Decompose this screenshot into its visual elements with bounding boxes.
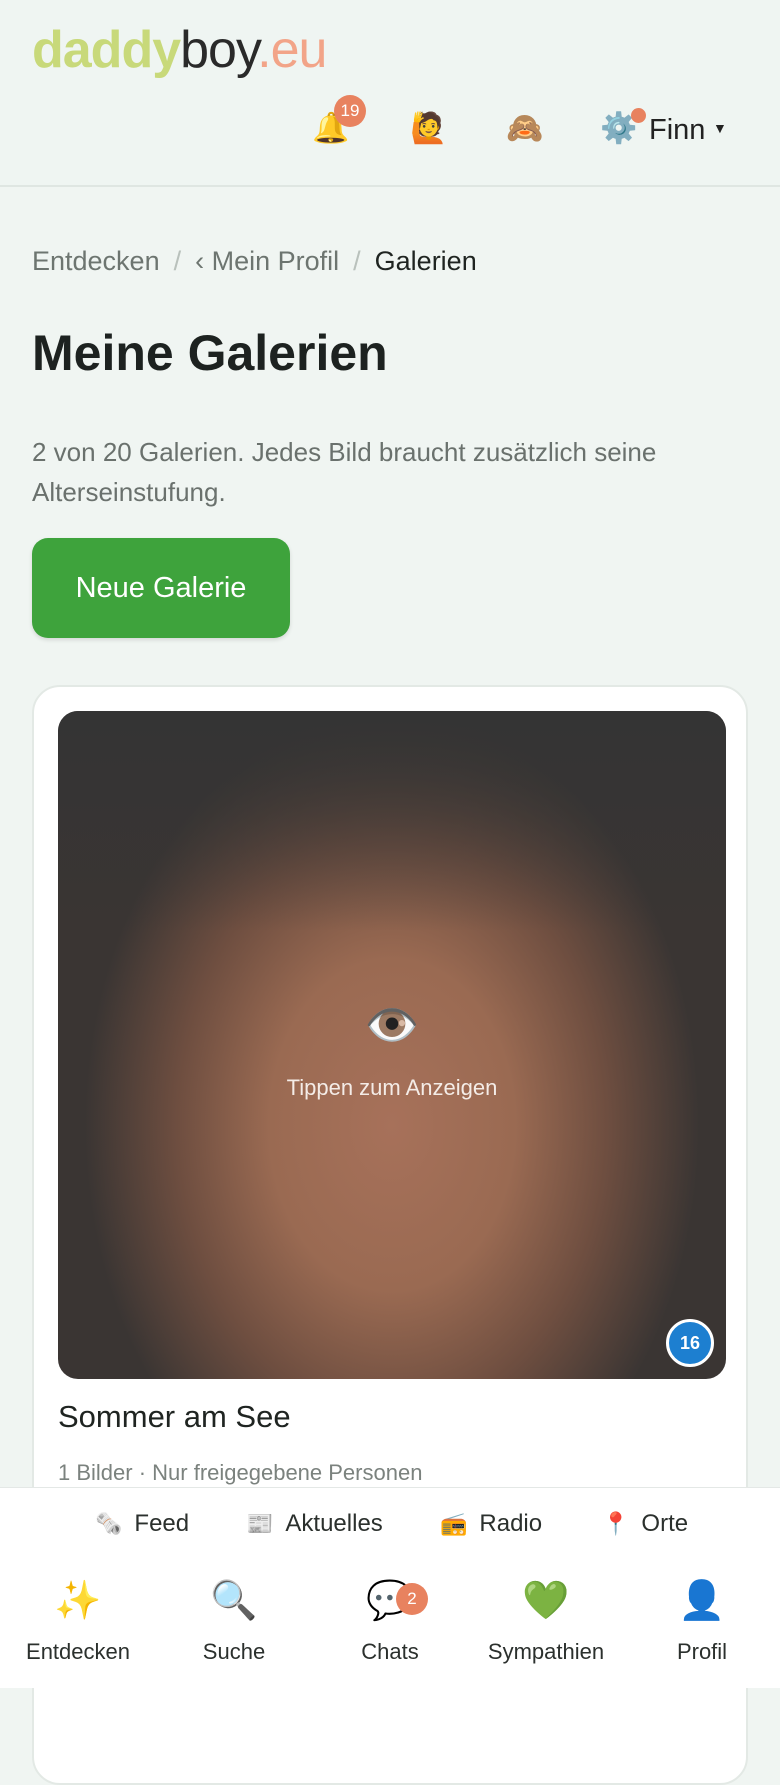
breadcrumb-current: Galerien: [374, 246, 477, 276]
see-no-evil-monkey-icon[interactable]: 🙈: [506, 110, 543, 148]
chevron-down-icon[interactable]: ▼: [713, 120, 727, 136]
image-count-badge: 16: [666, 1319, 714, 1367]
subnav-item-radio[interactable]: 📻 Radio: [440, 1506, 542, 1542]
user-menu-name[interactable]: Finn: [649, 112, 705, 148]
gallery-name[interactable]: Sommer am See: [58, 1397, 291, 1437]
bottom-tab-bar: ✨ Entdecken 🔍 Suche 💬 Chats 2 💚 Sympathi…: [0, 1561, 780, 1688]
new-gallery-button[interactable]: Neue Galerie: [32, 538, 290, 638]
secondary-nav: 🗞️ Feed 📰 Aktuelles 📻 Radio 📍 Orte: [0, 1487, 780, 1562]
subnav-item-feed[interactable]: 🗞️ Feed: [95, 1506, 189, 1542]
breadcrumb-home[interactable]: Entdecken: [32, 246, 160, 276]
breadcrumb-separator: /: [173, 246, 182, 276]
gallery-meta: 1 Bilder · Nur freigegebene Personen: [58, 1460, 423, 1485]
tab-suche[interactable]: 🔍 Suche: [156, 1577, 312, 1667]
radio-icon: 📻: [440, 1511, 468, 1536]
speech-bubble-icon: 💬: [366, 1580, 414, 1622]
person-raising-hand-icon[interactable]: 🙋: [410, 110, 447, 148]
page-title: Meine Galerien: [32, 325, 388, 381]
tap-to-reveal-hint: Tippen zum Anzeigen: [286, 1075, 498, 1100]
settings-status-dot: [631, 108, 646, 123]
breadcrumb-separator: /: [353, 246, 361, 276]
user-icon: 👤: [678, 1580, 726, 1622]
newspaper-roll-icon: 🗞️: [95, 1511, 123, 1536]
chats-count-badge: 2: [396, 1583, 428, 1615]
pin-icon: 📍: [602, 1511, 630, 1536]
gallery-preview-image[interactable]: 👁️ Tippen zum Anzeigen 16: [58, 711, 726, 1379]
green-heart-icon: 💚: [522, 1580, 570, 1622]
top-header: daddyboy.eu 🔔 19 🙋 🙈 ⚙️ Finn ▼: [0, 0, 780, 187]
page-description: 2 von 20 Galerien. Jedes Bild braucht zu…: [32, 437, 657, 507]
tab-chats[interactable]: 💬 Chats 2: [312, 1577, 468, 1667]
newspaper-icon: 📰: [246, 1511, 274, 1536]
tab-profil[interactable]: 👤 Profil: [624, 1577, 780, 1667]
site-logo[interactable]: daddyboy.eu: [32, 18, 327, 82]
image-shade: [58, 711, 726, 931]
tab-sympathien[interactable]: 💚 Sympathien: [468, 1577, 624, 1667]
sparkles-icon: ✨: [54, 1580, 102, 1622]
subnav-item-orte[interactable]: 📍 Orte: [602, 1506, 688, 1542]
tab-entdecken[interactable]: ✨ Entdecken: [0, 1577, 156, 1667]
breadcrumb: Entdecken / ‹ Mein Profil / Galerien: [32, 244, 477, 278]
breadcrumb-profile[interactable]: ‹ Mein Profil: [195, 246, 339, 276]
search-icon: 🔍: [210, 1580, 258, 1622]
notification-count-badge: 19: [334, 95, 366, 127]
subnav-item-aktuelles[interactable]: 📰 Aktuelles: [246, 1506, 383, 1542]
eye-icon: 👁️: [364, 1001, 420, 1050]
